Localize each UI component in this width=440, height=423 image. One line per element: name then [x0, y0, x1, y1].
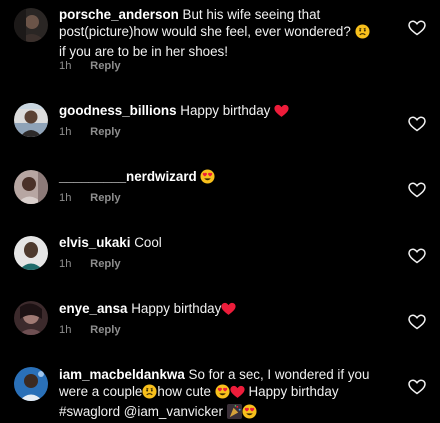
- comment-meta: 1h Reply: [59, 324, 121, 336]
- comment-body: Happy birthday: [180, 103, 271, 118]
- anxious-face-icon: [142, 384, 157, 403]
- comment-timestamp: 1h: [59, 126, 72, 138]
- avatar[interactable]: [14, 236, 48, 270]
- comment-username[interactable]: enye_ansa: [59, 301, 128, 316]
- comment-timestamp: 1h: [59, 324, 72, 336]
- red-heart-icon: [221, 302, 236, 320]
- comment-body-continued: if you are to be in her shoes!: [59, 44, 228, 59]
- like-heart-icon[interactable]: [408, 379, 426, 395]
- party-popper-icon: [226, 404, 242, 423]
- heart-eyes-face-icon: [242, 404, 257, 423]
- comment-text: enye_ansa Happy birthday: [59, 300, 399, 320]
- heart-eyes-face-icon: [200, 169, 215, 188]
- comment-username[interactable]: iam_macbeldankwa: [59, 367, 185, 382]
- reply-button[interactable]: Reply: [90, 60, 120, 72]
- avatar[interactable]: [14, 8, 48, 42]
- comment-username[interactable]: elvis_ukaki: [59, 235, 130, 250]
- avatar[interactable]: [14, 103, 48, 137]
- avatar[interactable]: [14, 170, 48, 204]
- comment-text: goodness_billions Happy birthday: [59, 102, 399, 122]
- reply-button[interactable]: Reply: [90, 192, 120, 204]
- comment-body: Happy birthday: [131, 301, 222, 316]
- comment-timestamp: 1h: [59, 60, 72, 72]
- red-heart-icon: [230, 385, 245, 403]
- comment-meta: 1h Reply: [59, 126, 121, 138]
- avatar[interactable]: [14, 301, 48, 335]
- comment-text: iam_macbeldankwa So for a sec, I wondere…: [59, 366, 399, 423]
- comment-meta: 1h Reply: [59, 60, 121, 72]
- comment-username[interactable]: porsche_anderson: [59, 7, 179, 22]
- like-heart-icon[interactable]: [408, 20, 426, 36]
- reply-button[interactable]: Reply: [90, 324, 120, 336]
- comment-body: Cool: [134, 235, 162, 250]
- comment-body-part2: how cute: [157, 384, 211, 399]
- comment-text: porsche_anderson But his wife seeing tha…: [59, 6, 399, 60]
- like-heart-icon[interactable]: [408, 248, 426, 264]
- comment-timestamp: 1h: [59, 192, 72, 204]
- comment-meta: 1h Reply: [59, 258, 121, 270]
- reply-button[interactable]: Reply: [90, 126, 120, 138]
- anxious-face-icon: [355, 24, 370, 43]
- like-heart-icon[interactable]: [408, 116, 426, 132]
- heart-eyes-face-icon: [215, 384, 230, 403]
- like-heart-icon[interactable]: [408, 182, 426, 198]
- avatar[interactable]: [14, 367, 48, 401]
- comment-text: elvis_ukaki Cool: [59, 234, 399, 251]
- comment-meta: 1h Reply: [59, 192, 121, 204]
- red-heart-icon: [274, 104, 289, 122]
- comment-username[interactable]: goodness_billions: [59, 103, 177, 118]
- reply-button[interactable]: Reply: [90, 258, 120, 270]
- comment-username[interactable]: _________nerdwizard: [59, 169, 197, 184]
- comment-text: _________nerdwizard: [59, 168, 399, 188]
- comment-timestamp: 1h: [59, 258, 72, 270]
- like-heart-icon[interactable]: [408, 314, 426, 330]
